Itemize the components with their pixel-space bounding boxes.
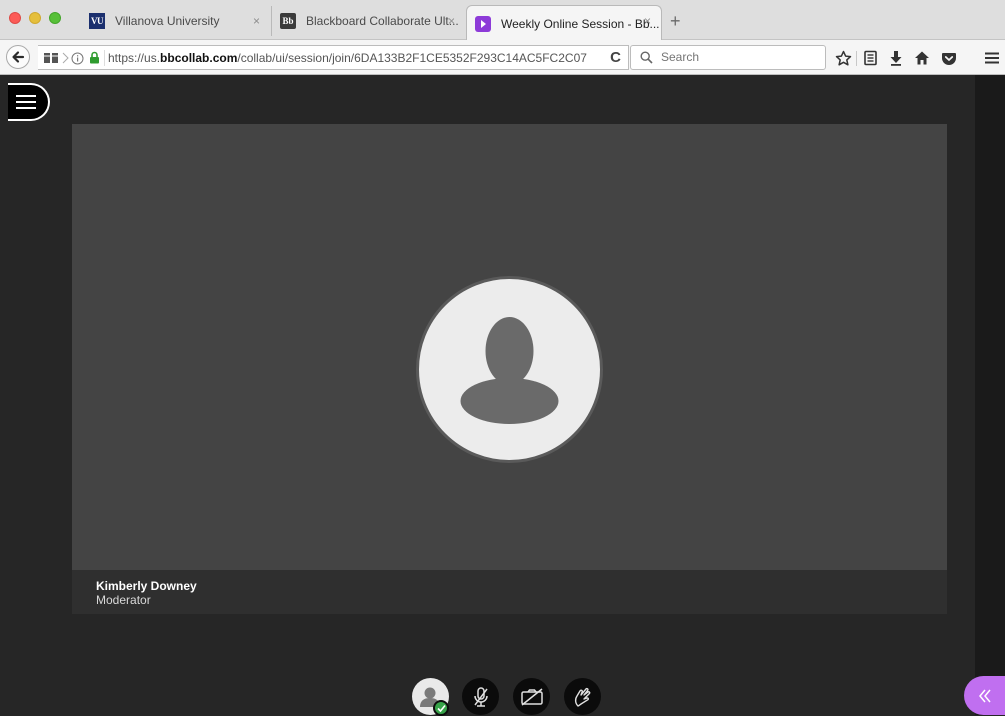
user-silhouette-icon xyxy=(460,317,559,424)
reading-list-icon[interactable] xyxy=(861,49,879,67)
url-divider xyxy=(104,50,105,66)
identity-icon xyxy=(44,53,58,63)
search-input[interactable] xyxy=(659,49,823,65)
lock-icon xyxy=(90,51,99,64)
url-path: /collab/ui/session/join/6DA133B2F1CE5352… xyxy=(237,51,587,65)
browser-nav-bar: https://us.bbcollab.com/collab/ui/sessio… xyxy=(0,40,1005,75)
search-icon xyxy=(640,51,653,64)
address-bar[interactable]: https://us.bbcollab.com/collab/ui/sessio… xyxy=(38,45,608,70)
hamburger-menu-icon[interactable] xyxy=(983,49,1001,67)
blackboard-favicon-icon: Bb xyxy=(280,13,296,29)
microphone-off-icon xyxy=(473,686,488,707)
main-stage: Kimberly Downey Moderator xyxy=(72,124,947,614)
new-tab-button[interactable]: + xyxy=(670,11,681,32)
toolbar-divider xyxy=(856,51,857,66)
download-arrow-icon[interactable] xyxy=(887,49,905,67)
tab-close-icon[interactable]: × xyxy=(253,14,260,28)
window-close-button[interactable] xyxy=(9,12,21,24)
my-status-button[interactable] xyxy=(412,678,449,716)
collaborate-session: Kimberly Downey Moderator xyxy=(8,75,975,716)
presenter-name: Kimberly Downey xyxy=(96,579,197,593)
raise-hand-button[interactable] xyxy=(564,678,601,715)
tab-title: Villanova University xyxy=(115,14,220,28)
villanova-favicon-icon: VU xyxy=(89,13,105,29)
browser-tab-bar: VU Villanova University × Bb Blackboard … xyxy=(0,0,1005,41)
tab-close-icon[interactable]: × xyxy=(644,14,651,28)
url-text: https://us.bbcollab.com/collab/ui/sessio… xyxy=(108,51,587,65)
reload-icon: C xyxy=(610,49,621,66)
camera-off-icon xyxy=(520,687,543,706)
double-chevron-left-icon xyxy=(978,689,991,702)
microphone-button[interactable] xyxy=(462,678,499,715)
right-edge-rail xyxy=(975,75,1005,715)
pocket-icon[interactable] xyxy=(940,49,958,67)
back-button[interactable] xyxy=(6,45,30,69)
collaborate-favicon-icon xyxy=(475,15,491,32)
url-prefix: https://us. xyxy=(108,51,161,65)
url-domain: bbcollab.com xyxy=(160,51,238,65)
tab-blackboard-collaborate[interactable]: Bb Blackboard Collaborate Ult... × xyxy=(271,6,465,36)
reload-button[interactable]: C xyxy=(603,45,629,70)
status-check-icon xyxy=(433,700,449,716)
tab-title: Weekly Online Session - Bb... xyxy=(501,16,660,31)
home-icon[interactable] xyxy=(913,49,931,67)
presenter-avatar xyxy=(416,276,603,463)
arrow-left-icon xyxy=(12,51,25,63)
search-box[interactable] xyxy=(630,45,826,70)
bookmark-star-icon[interactable] xyxy=(834,49,852,67)
tab-close-icon[interactable]: × xyxy=(448,14,455,28)
session-menu-button[interactable] xyxy=(8,83,50,121)
hand-icon xyxy=(574,687,590,707)
tab-villanova[interactable]: VU Villanova University × xyxy=(85,6,270,36)
window-zoom-button[interactable] xyxy=(49,12,61,24)
info-icon[interactable] xyxy=(71,52,84,65)
tab-title: Blackboard Collaborate Ult... xyxy=(306,14,459,28)
menu-line xyxy=(16,95,36,97)
menu-line xyxy=(16,101,36,103)
window-minimize-button[interactable] xyxy=(29,12,41,24)
tab-weekly-online-session[interactable]: Weekly Online Session - Bb... × xyxy=(466,5,662,41)
presenter-name-bar: Kimberly Downey Moderator xyxy=(72,570,947,614)
open-collaborate-panel-button[interactable] xyxy=(964,676,1005,715)
chevron-right-icon xyxy=(62,52,69,64)
menu-line xyxy=(16,107,36,109)
presenter-role: Moderator xyxy=(96,593,151,607)
camera-button[interactable] xyxy=(513,678,550,715)
